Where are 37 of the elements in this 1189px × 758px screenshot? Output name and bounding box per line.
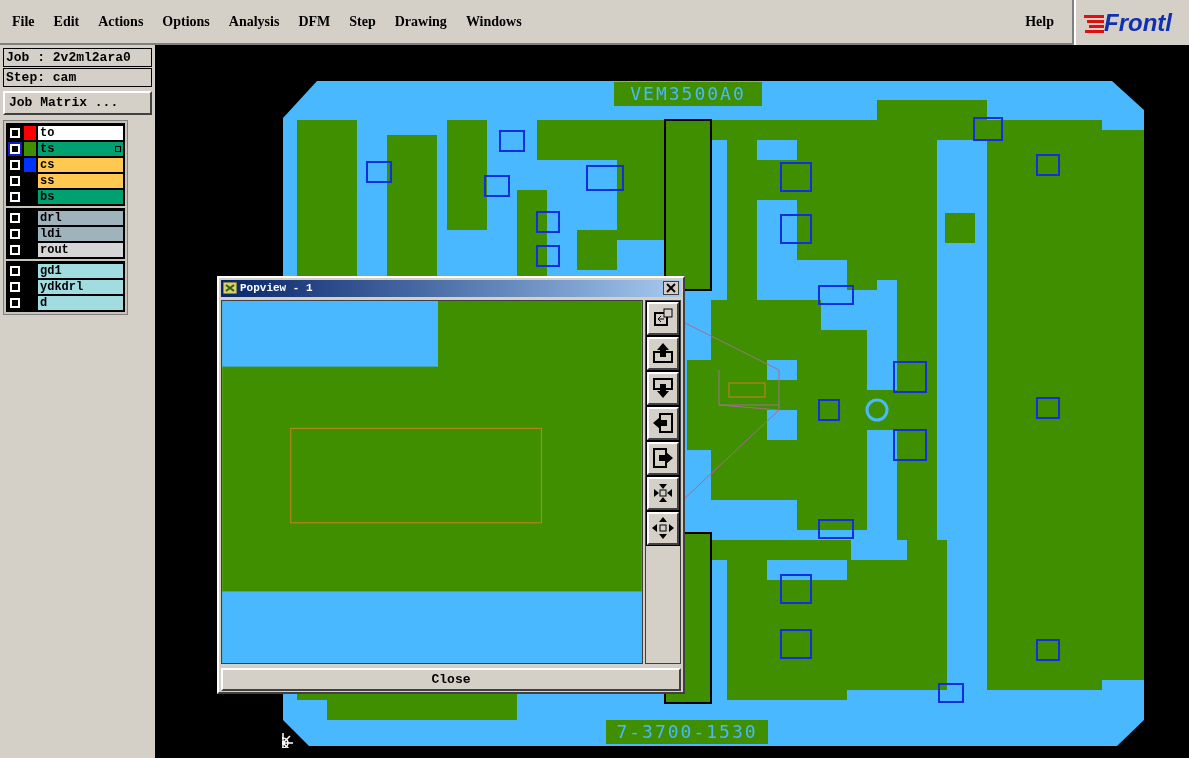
layer-name[interactable]: ydkdrl	[38, 279, 123, 294]
tool-button[interactable]	[647, 511, 679, 545]
tool-button[interactable]	[647, 301, 679, 335]
menu-item[interactable]: Windows	[465, 11, 522, 32]
menu-item[interactable]: Options	[162, 11, 210, 32]
layer-name[interactable]: ts	[38, 141, 123, 156]
layer-name[interactable]: ldi	[38, 226, 123, 241]
active-marker-icon	[115, 145, 121, 152]
layer-name[interactable]: ss	[38, 173, 123, 188]
menu-item[interactable]: Drawing	[394, 11, 447, 32]
menu-item[interactable]: Edit	[53, 11, 80, 32]
layer-name[interactable]: d	[38, 295, 123, 310]
logo-text: Frontl	[1104, 10, 1172, 35]
job-matrix-button[interactable]: Job Matrix ...	[3, 91, 152, 115]
layer-name[interactable]: rout	[38, 242, 123, 257]
layer-name[interactable]: to	[38, 125, 123, 140]
layer-name[interactable]: bs	[38, 189, 123, 204]
outward-arrows-icon	[650, 515, 676, 541]
tool-button[interactable]	[647, 476, 679, 510]
tool-button[interactable]	[647, 441, 679, 475]
close-button[interactable]: Close	[221, 667, 681, 691]
close-icon[interactable]	[663, 281, 679, 296]
layer-name[interactable]: cs	[38, 157, 123, 172]
layer-name[interactable]: drl	[38, 210, 123, 225]
layer-name[interactable]: gd1	[38, 263, 123, 278]
menu-item[interactable]: DFM	[298, 11, 331, 32]
step-label: Step: cam	[3, 68, 152, 87]
tool-button[interactable]	[647, 406, 679, 440]
window-icon	[223, 282, 237, 295]
help-menu[interactable]: Help	[1025, 11, 1054, 32]
menu-item[interactable]: Analysis	[228, 11, 280, 32]
menu-item[interactable]: File	[12, 11, 35, 32]
menu-item[interactable]: Step	[349, 11, 376, 32]
menu-item[interactable]: Actions	[98, 11, 144, 32]
job-label: Job : 2v2ml2ara0	[3, 48, 152, 67]
tool-button[interactable]	[647, 371, 679, 405]
tool-button[interactable]	[647, 336, 679, 370]
